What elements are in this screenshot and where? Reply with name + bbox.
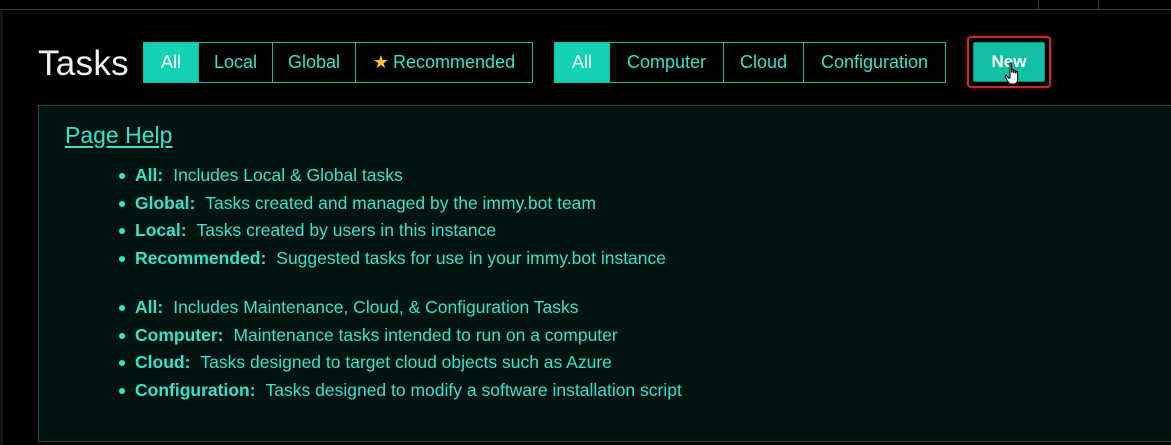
help-term: Configuration: bbox=[135, 379, 256, 400]
scope-filter-recommended-label: Recommended bbox=[393, 52, 516, 72]
list-item: All: Includes Maintenance, Cloud, & Confi… bbox=[119, 294, 682, 322]
help-description: Tasks created by users in this instance bbox=[196, 220, 497, 240]
type-help-list: All: Includes Maintenance, Cloud, & Confi… bbox=[119, 294, 682, 405]
list-item: All: Includes Local & Global tasks bbox=[118, 162, 666, 190]
help-description: Maintenance tasks intended to run on a c… bbox=[233, 324, 618, 345]
type-filter-group: All Computer Cloud Configuration bbox=[554, 42, 946, 83]
scope-filter-all-button[interactable]: All bbox=[144, 43, 199, 82]
scope-filter-recommended-button[interactable]: ★ Recommended bbox=[356, 43, 532, 82]
help-term: All: bbox=[135, 165, 164, 185]
scope-filter-global-button[interactable]: Global bbox=[273, 43, 356, 82]
help-description: Includes Maintenance, Cloud, & Configura… bbox=[173, 297, 579, 317]
scope-filter-global-label: Global bbox=[287, 52, 341, 72]
scope-filter-local-button[interactable]: Local bbox=[199, 43, 273, 82]
page-title: Tasks bbox=[38, 44, 129, 83]
help-description: Tasks designed to modify a software inst… bbox=[265, 379, 682, 400]
list-item: Local: Tasks created by users in this ins… bbox=[118, 217, 666, 245]
list-item: Computer: Maintenance tasks intended to r… bbox=[119, 322, 682, 350]
scope-filter-all-label: All bbox=[160, 52, 181, 72]
help-term: Global: bbox=[135, 192, 196, 213]
list-item: Configuration: Tasks designed to modify a… bbox=[119, 377, 682, 405]
type-filter-computer-button[interactable]: Computer bbox=[610, 43, 724, 82]
type-filter-cloud-label: Cloud bbox=[739, 52, 788, 72]
top-bar-divider bbox=[1098, 0, 1099, 9]
list-item: Cloud: Tasks designed to target cloud obj… bbox=[119, 349, 682, 377]
help-description: Tasks created and managed by the immy.bo… bbox=[205, 192, 596, 213]
type-filter-cloud-button[interactable]: Cloud bbox=[724, 43, 804, 82]
scope-help-list: All: Includes Local & Global tasks Global… bbox=[118, 162, 667, 273]
star-icon: ★ bbox=[372, 52, 390, 72]
help-term: Recommended: bbox=[135, 247, 267, 268]
type-filter-computer-label: Computer bbox=[626, 52, 707, 72]
top-bar bbox=[0, 0, 1171, 10]
help-term: Computer: bbox=[135, 324, 224, 345]
type-filter-configuration-button[interactable]: Configuration bbox=[804, 43, 945, 82]
type-filter-configuration-label: Configuration bbox=[820, 52, 929, 72]
list-item: Recommended: Suggested tasks for use in y… bbox=[118, 245, 667, 273]
help-term: All: bbox=[135, 297, 164, 317]
page-help-panel: Page Help All: Includes Local & Global ta… bbox=[38, 105, 1171, 442]
list-item: Global: Tasks created and managed by the … bbox=[118, 190, 666, 218]
type-filter-all-button[interactable]: All bbox=[555, 43, 610, 82]
scope-filter-group: All Local Global ★ Recommended bbox=[143, 42, 533, 83]
left-frame-edge bbox=[0, 10, 3, 445]
help-description: Suggested tasks for use in your immy.bot… bbox=[276, 247, 667, 268]
page-help-link[interactable]: Page Help bbox=[65, 122, 172, 149]
type-filter-all-label: All bbox=[571, 52, 592, 72]
help-description: Tasks designed to target cloud objects s… bbox=[200, 352, 612, 372]
top-bar-divider bbox=[1038, 0, 1039, 9]
help-term: Local: bbox=[135, 220, 187, 240]
help-term: Cloud: bbox=[135, 352, 191, 372]
hand-pointer-cursor-icon bbox=[1004, 62, 1019, 85]
help-description: Includes Local & Global tasks bbox=[173, 165, 403, 185]
scope-filter-local-label: Local bbox=[213, 52, 258, 72]
